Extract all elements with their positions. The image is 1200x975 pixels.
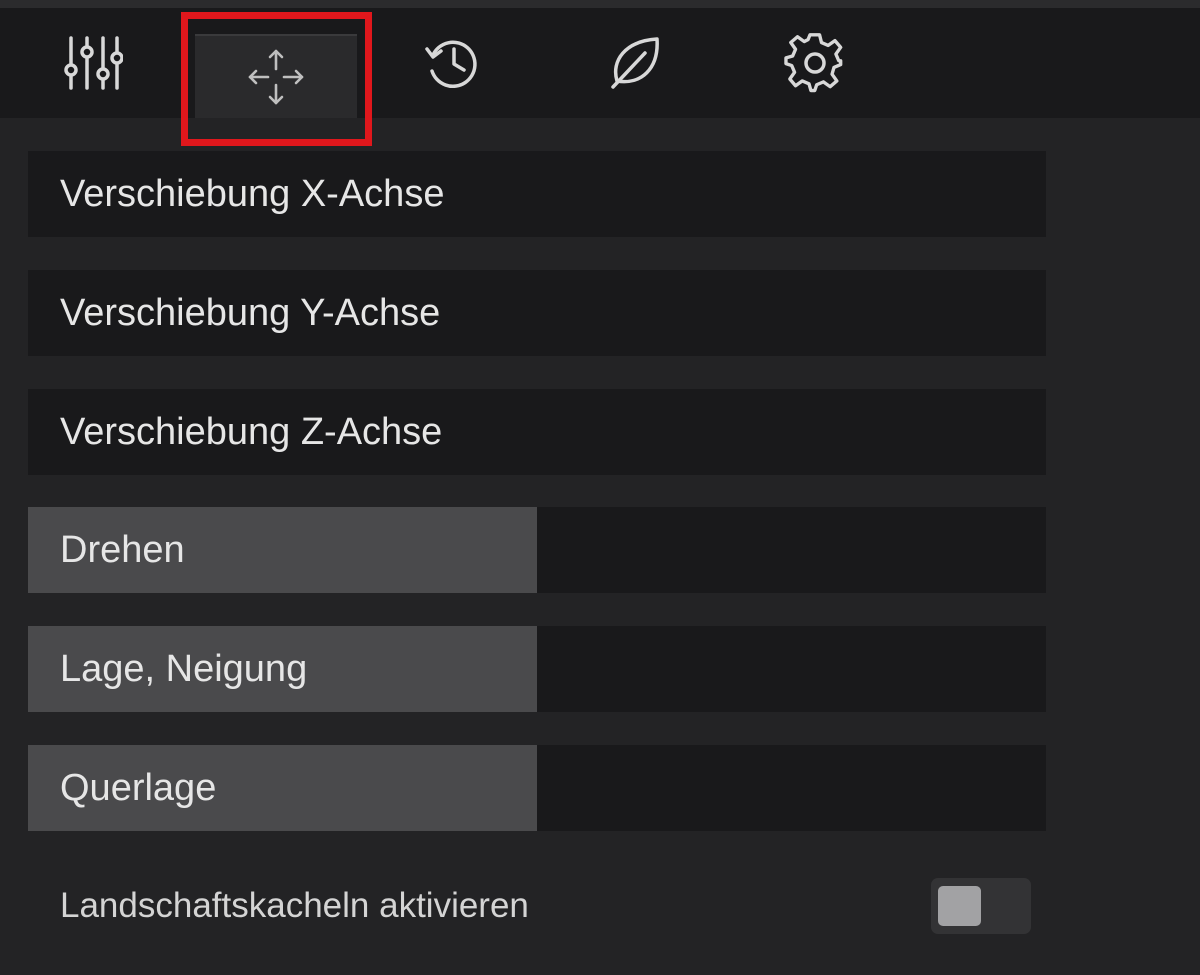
pitch-label: Lage, Neigung xyxy=(60,648,308,690)
tab-adjustments[interactable] xyxy=(12,8,172,118)
shift-x-slider[interactable]: Verschiebung X-Achse xyxy=(28,151,1046,237)
shift-x-label: Verschiebung X-Achse xyxy=(60,173,445,215)
toggle-knob xyxy=(938,886,981,926)
shift-z-slider[interactable]: Verschiebung Z-Achse xyxy=(28,389,1046,475)
landscape-tiles-toggle[interactable] xyxy=(931,878,1031,934)
tab-move[interactable] xyxy=(195,34,357,118)
settings-panel: Verschiebung X-Achse Verschiebung Y-Achs… xyxy=(0,0,1200,975)
tab-settings[interactable] xyxy=(735,8,895,118)
shift-y-label: Verschiebung Y-Achse xyxy=(60,292,441,334)
shift-z-label: Verschiebung Z-Achse xyxy=(60,411,443,453)
rotate-label: Drehen xyxy=(60,529,185,571)
tab-history[interactable] xyxy=(373,8,533,118)
gear-icon xyxy=(784,32,846,94)
top-border xyxy=(0,0,1200,8)
rotate-slider[interactable]: Drehen xyxy=(28,507,1046,593)
tab-bar xyxy=(0,8,1200,118)
pitch-slider[interactable]: Lage, Neigung xyxy=(28,626,1046,712)
roll-label: Querlage xyxy=(60,767,217,809)
roll-slider[interactable]: Querlage xyxy=(28,745,1046,831)
landscape-tiles-label: Landschaftskacheln aktivieren xyxy=(60,886,529,925)
move-arrows-icon xyxy=(246,47,306,107)
tab-eco[interactable] xyxy=(555,8,715,118)
history-icon xyxy=(423,33,483,93)
sliders-icon xyxy=(61,32,123,94)
leaf-icon xyxy=(605,33,665,93)
shift-y-slider[interactable]: Verschiebung Y-Achse xyxy=(28,270,1046,356)
landscape-tiles-row: Landschaftskacheln aktivieren xyxy=(28,860,1046,952)
